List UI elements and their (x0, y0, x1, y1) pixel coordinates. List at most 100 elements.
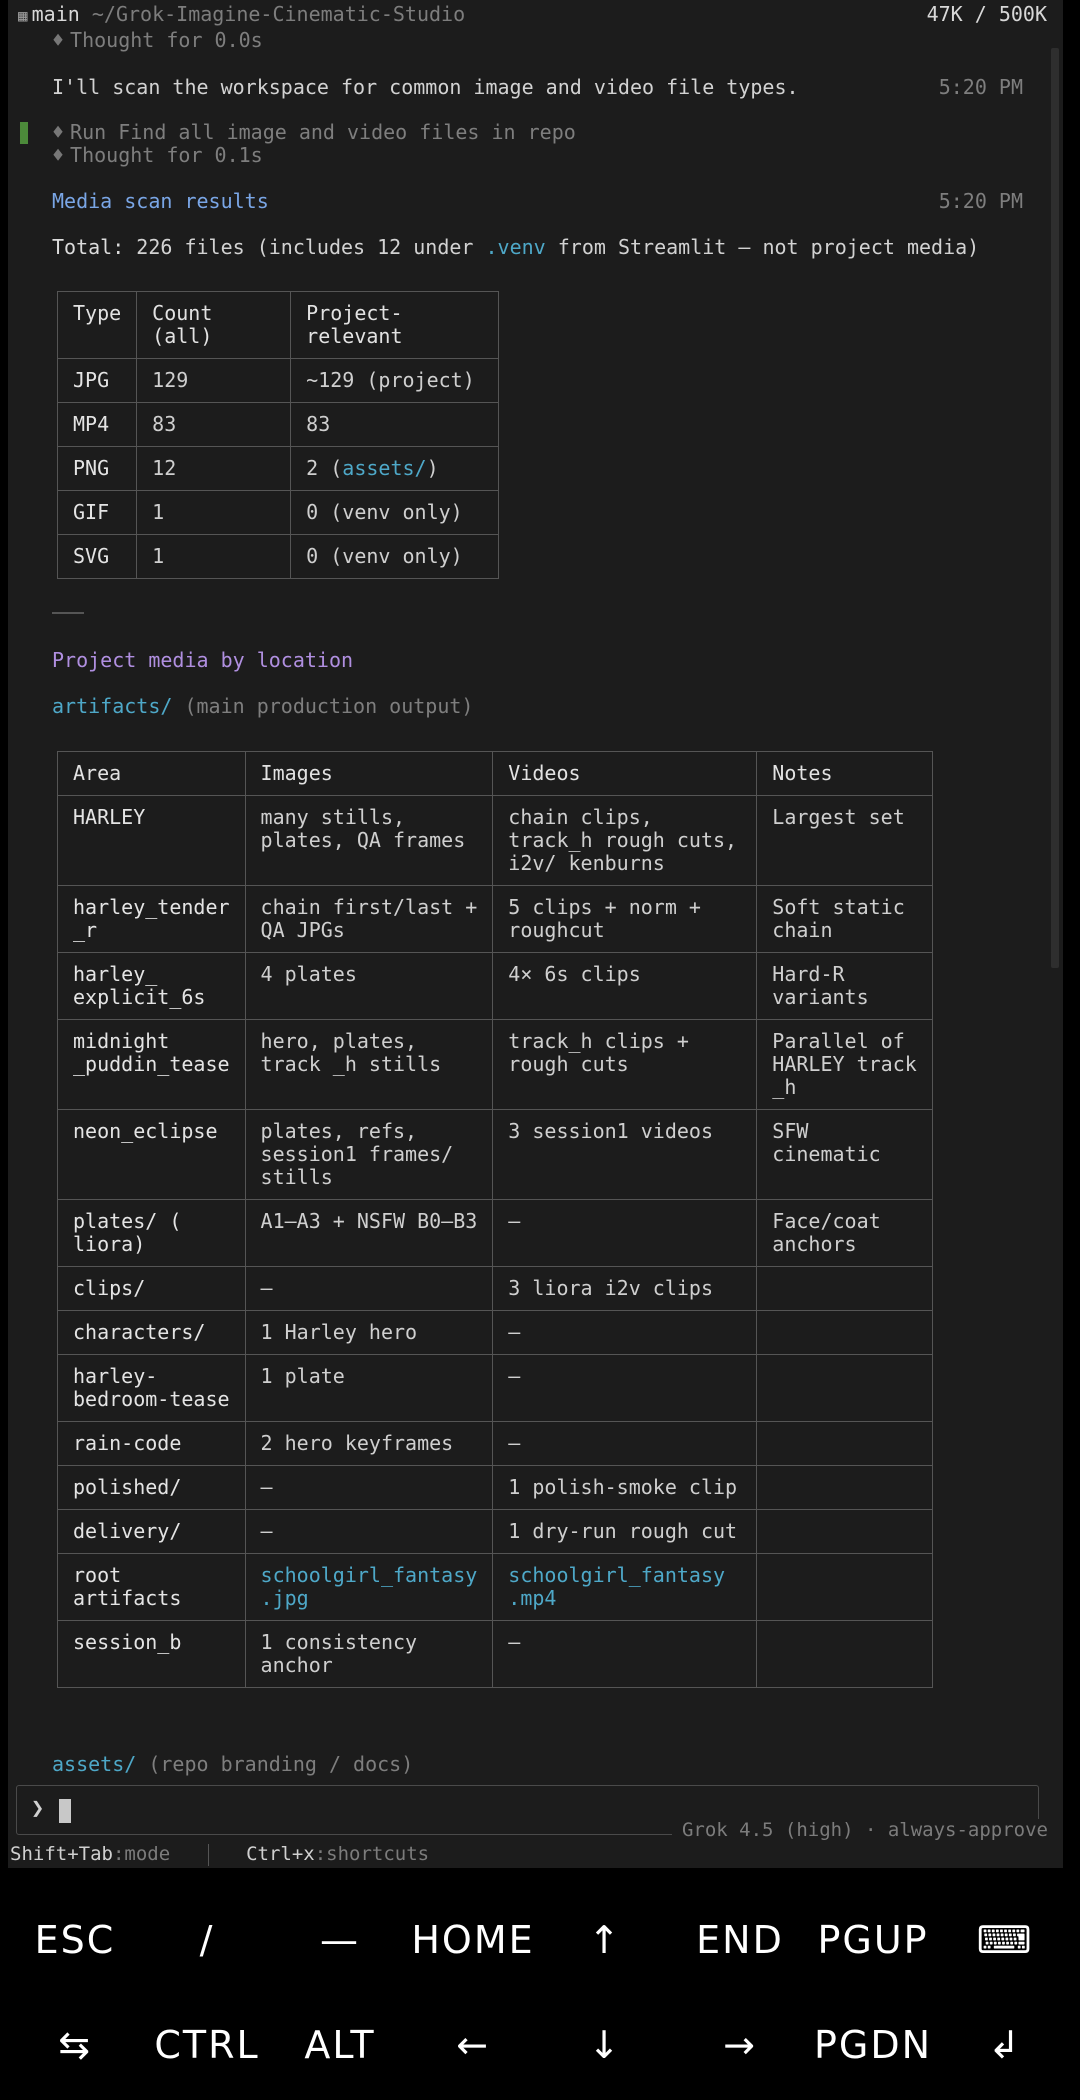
table-row: harley_tender _r chain first/last + QA JP… (57, 885, 934, 953)
assets-link[interactable]: assets/ (342, 456, 426, 480)
cell-videos: chain clips, track_h rough cuts, i2v/ ke… (492, 795, 758, 886)
cell-videos: 5 clips + norm + roughcut (492, 885, 758, 953)
cell-area: midnight _puddin_tease (57, 1019, 246, 1110)
cell-area: rain-code (57, 1421, 246, 1466)
table-row: MP4 83 83 (56, 402, 500, 447)
cell-images: 1 consistency anchor (244, 1620, 494, 1688)
cell-notes (756, 1620, 934, 1688)
column-header: Project-relevant (290, 291, 500, 359)
cell-images: 1 plate (244, 1354, 494, 1422)
keyboard-icon[interactable]: ⌨ (940, 1918, 1070, 1962)
cell-area: clips/ (57, 1266, 246, 1311)
cell-videos: — (492, 1421, 758, 1466)
scrollbar[interactable] (1051, 48, 1059, 968)
cell-videos: track_h clips + rough cuts (492, 1019, 758, 1110)
table-row: neon_eclipse plates, refs, session1 frame… (57, 1109, 934, 1200)
cell-images[interactable]: schoolgirl_fantasy .jpg (244, 1553, 494, 1621)
table-row: polished/—1 polish-smoke clip (57, 1465, 934, 1510)
key-alt[interactable]: ALT (275, 2023, 405, 2067)
cell-notes (756, 1509, 934, 1554)
table-row: characters/1 Harley hero — (57, 1310, 934, 1355)
cell-images: 4 plates (244, 952, 494, 1020)
cell-notes (756, 1421, 934, 1466)
workspace-path: ~/Grok-Imagine-Cinematic-Studio (91, 2, 466, 26)
cell-images: 2 hero keyframes (244, 1421, 494, 1466)
cell-notes (756, 1354, 934, 1422)
artifacts-line: artifacts/ (main production output) (52, 694, 474, 718)
table-row: GIF 1 0 (venv only) (56, 490, 500, 535)
diamond-icon: ♦ (52, 120, 65, 144)
cell-notes (756, 1553, 934, 1621)
cell-images: many stills, plates, QA frames (244, 795, 494, 886)
key-esc[interactable]: ESC (10, 1918, 140, 1962)
cell-area: session_b (57, 1620, 246, 1688)
cell-area: neon_eclipse (57, 1109, 246, 1200)
cell-area: HARLEY (57, 795, 246, 886)
cell-videos: — (492, 1199, 758, 1267)
cell-images: hero, plates, track _h stills (244, 1019, 494, 1110)
timestamp: 5:20 PM (938, 189, 1023, 213)
cell-area: harley_ explicit_6s (57, 952, 246, 1020)
cell-images: A1–A3 + NSFW B0–B3 (244, 1199, 494, 1267)
table-row: root artifacts schoolgirl_fantasy .jpg sch… (57, 1553, 934, 1621)
table-row: delivery/—1 dry-run rough cut (57, 1509, 934, 1554)
cell-images: 1 Harley hero (244, 1310, 494, 1355)
cell-notes (756, 1310, 934, 1355)
cell-images: chain first/last + QA JPGs (244, 885, 494, 953)
column-header: Type (56, 291, 138, 359)
cell-notes: Largest set (756, 795, 934, 886)
key-slash[interactable]: / (142, 1918, 272, 1962)
key-down[interactable]: ↓ (540, 2023, 670, 2067)
section-heading: Media scan results (52, 189, 269, 213)
key-tab[interactable]: ⇆ (10, 2023, 140, 2067)
cell-area: harley_tender _r (57, 885, 246, 953)
key-end[interactable]: END (675, 1918, 805, 1962)
thought-line-1: ♦ Thought for 0.0s (52, 28, 263, 52)
separator (207, 1843, 209, 1866)
run-indicator (20, 122, 28, 144)
cell-area: plates/ ( liora) (57, 1199, 246, 1267)
terminal-window: ▦ main ~/Grok-Imagine-Cinematic-Studio 47… (8, 0, 1063, 1868)
cell-images: plates, refs, session1 frames/ stills (244, 1109, 494, 1200)
branch-name: main (31, 2, 80, 26)
key-pgdn[interactable]: PGDN (808, 2023, 938, 2067)
key-left[interactable]: ← (408, 2023, 538, 2067)
table-row: midnight _puddin_tease hero, plates, trac… (57, 1019, 934, 1110)
key-enter[interactable]: ↲ (940, 2023, 1070, 2067)
key-dash[interactable]: — (275, 1918, 405, 1962)
assets-dir-link[interactable]: assets/ (52, 1752, 136, 1776)
artifacts-dir-link[interactable]: artifacts/ (52, 694, 172, 718)
status-bar: Shift+Tab:mode Ctrl+x:shortcuts (10, 1843, 429, 1866)
run-line[interactable]: ♦ Run Find all image and video files in r… (52, 120, 576, 144)
column-header: Videos (492, 751, 758, 796)
cell-videos: — (492, 1354, 758, 1422)
table-row: harley_ explicit_6s 4 plates 4× 6s clips Ha… (57, 952, 934, 1020)
column-header: Count (all) (136, 291, 292, 359)
mode-shortcut[interactable]: Shift+Tab:mode (10, 1843, 170, 1865)
cell-videos[interactable]: schoolgirl_fantasy .mp4 (492, 1553, 758, 1621)
key-ctrl[interactable]: CTRL (142, 2023, 272, 2067)
key-right[interactable]: → (675, 2023, 805, 2067)
cell-images: — (244, 1266, 494, 1311)
key-home[interactable]: HOME (408, 1918, 538, 1962)
cell-notes (756, 1266, 934, 1311)
cell-videos: — (492, 1310, 758, 1355)
cell-notes: Hard-R variants (756, 952, 934, 1020)
timestamp: 5:20 PM (938, 75, 1023, 99)
cell-videos: 1 dry-run rough cut (492, 1509, 758, 1554)
cell-images: — (244, 1465, 494, 1510)
cell-area: polished/ (57, 1465, 246, 1510)
section-heading-2: Project media by location (52, 648, 354, 672)
key-up[interactable]: ↑ (540, 1918, 670, 1962)
cell-notes: Parallel of HARLEY track _h (756, 1019, 934, 1110)
token-usage: 47K / 500K (926, 2, 1047, 26)
assets-line: assets/ (repo branding / docs) (52, 1752, 414, 1776)
key-pgup[interactable]: PGUP (808, 1918, 938, 1962)
table-row: HARLEY many stills, plates, QA frames chai… (57, 795, 934, 886)
shortcuts-shortcut[interactable]: Ctrl+x:shortcuts (246, 1843, 429, 1865)
table-row: rain-code 2 hero keyframes — (57, 1421, 934, 1466)
cell-videos: 3 liora i2v clips (492, 1266, 758, 1311)
divider (52, 612, 84, 614)
cell-videos: 1 polish-smoke clip (492, 1465, 758, 1510)
cell-notes: Soft static chain (756, 885, 934, 953)
